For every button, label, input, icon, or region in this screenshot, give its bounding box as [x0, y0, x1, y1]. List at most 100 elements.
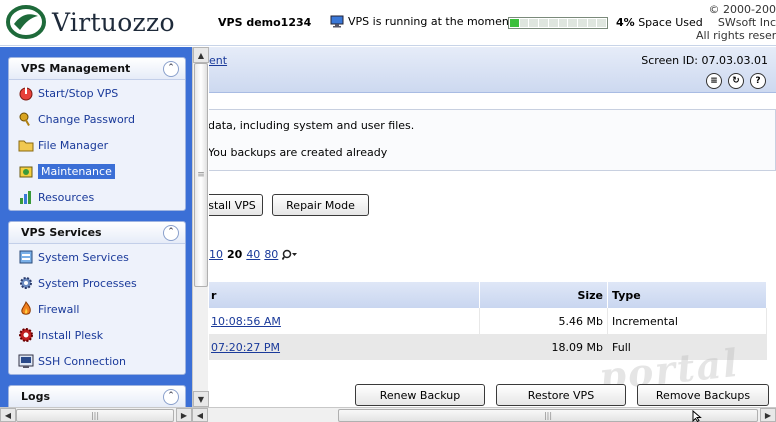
status-text: VPS is running at the moment	[348, 15, 514, 28]
repair-mode-button[interactable]: Repair Mode	[272, 194, 369, 216]
table-header: r Size Type	[209, 282, 767, 308]
page-size-10[interactable]: 10	[209, 248, 223, 261]
sidebar-item-install-plesk[interactable]: Install Plesk	[9, 322, 185, 348]
scrollbar-thumb[interactable]: |||	[16, 409, 174, 422]
restore-vps-button[interactable]: Restore VPS	[496, 384, 626, 406]
main-horizontal-scrollbar[interactable]: ◀ ||| ▶	[192, 407, 776, 422]
sidebar-item-resources[interactable]: Resources	[9, 184, 185, 210]
copyright-line: All rights reserve	[696, 29, 776, 42]
key-icon	[17, 110, 35, 128]
scroll-down-icon[interactable]: ▼	[193, 391, 209, 407]
virtuozzo-logo-icon	[6, 5, 46, 39]
usage-segment	[529, 18, 539, 27]
sidebar-item-system-processes[interactable]: System Processes	[9, 270, 185, 296]
sidebar-item-file-manager[interactable]: File Manager	[9, 132, 185, 158]
scroll-right-icon[interactable]: ▶	[760, 408, 776, 422]
sidebar-item-label: File Manager	[38, 138, 109, 152]
firewall-icon	[17, 300, 35, 318]
info-text: data, including system and user files.	[209, 119, 415, 132]
sidebar-item-system-services[interactable]: System Services	[9, 244, 185, 270]
list-icon[interactable]: ≡	[706, 73, 722, 89]
renew-backup-button[interactable]: Renew Backup	[355, 384, 485, 406]
sidebar-item-maintenance[interactable]: Maintenance	[9, 158, 185, 184]
maintenance-icon	[17, 162, 35, 180]
scrollbar-thumb[interactable]: ≡	[194, 63, 208, 287]
plesk-icon	[17, 326, 35, 344]
collapse-icon[interactable]: ⌃	[163, 224, 179, 241]
sidebar-vertical-scrollbar[interactable]: ▲ ≡ ▼	[192, 47, 209, 407]
terminal-icon	[17, 352, 35, 370]
sidebar-item-firewall[interactable]: Firewall	[9, 296, 185, 322]
sidebar-item-label: Resources	[38, 190, 95, 204]
usage-segment	[568, 18, 577, 27]
panel-title: VPS Management	[21, 62, 131, 75]
panel-title: Logs	[21, 390, 50, 403]
top-icons: ≡ ↻ ?	[706, 73, 766, 89]
main-content: ent Screen ID: 07.03.03.01 ≡ ↻ ? data, i…	[209, 47, 776, 407]
sidebar-horizontal-scrollbar[interactable]: ◀ ||| ▶	[0, 407, 192, 422]
page-size-40[interactable]: 40	[246, 248, 260, 261]
backup-date-link[interactable]: 10:08:56 AM	[211, 315, 281, 328]
scroll-right-icon[interactable]: ▶	[176, 408, 192, 422]
folder-icon	[17, 136, 35, 154]
sidebar: VPS Management ⌃ Start/Stop VPS Change P…	[0, 47, 192, 407]
usage-segment	[548, 18, 558, 27]
mouse-cursor-icon	[692, 410, 702, 422]
header: Virtuozzo VPS demo1234 VPS is running at…	[0, 0, 776, 46]
vps-status: VPS is running at the moment	[330, 15, 513, 28]
breadcrumb-link[interactable]: ent	[209, 54, 227, 67]
monitor-icon	[330, 15, 344, 28]
sidebar-item-label: SSH Connection	[38, 354, 126, 368]
gear-icon	[17, 274, 35, 292]
panel-header: VPS Management ⌃	[9, 58, 185, 80]
panel-vps-management: VPS Management ⌃ Start/Stop VPS Change P…	[8, 57, 186, 211]
sidebar-item-label: Install Plesk	[38, 328, 104, 342]
sidebar-item-label: Change Password	[38, 112, 135, 126]
install-vps-button[interactable]: stall VPS	[209, 194, 263, 216]
usage-segment	[558, 18, 568, 27]
scroll-left-icon[interactable]: ◀	[192, 408, 208, 422]
copyright: © 2000-200 SWsoft Inc All rights reserve	[696, 3, 776, 42]
sidebar-item-label: System Processes	[38, 276, 137, 290]
usage-segment	[519, 18, 529, 27]
sidebar-item-ssh-connection[interactable]: SSH Connection	[9, 348, 185, 374]
column-header-date[interactable]: r	[209, 282, 480, 308]
sidebar-item-label: Maintenance	[38, 163, 115, 179]
panel-header: VPS Services ⌃	[9, 222, 185, 244]
panel-vps-services: VPS Services ⌃ System Services System Pr…	[8, 221, 186, 375]
table-row[interactable]: 10:08:56 AM 5.46 Mb Incremental	[209, 308, 767, 334]
virtuozzo-logo[interactable]: Virtuozzo	[6, 4, 175, 40]
scroll-up-icon[interactable]: ▲	[193, 47, 209, 63]
search-icon[interactable]	[282, 249, 298, 261]
page-size-20: 20	[227, 248, 243, 261]
page-size-80[interactable]: 80	[264, 248, 278, 261]
sidebar-item-label: Start/Stop VPS	[38, 86, 119, 100]
help-icon[interactable]: ?	[750, 73, 766, 89]
refresh-icon[interactable]: ↻	[728, 73, 744, 89]
sidebar-item-label: Firewall	[38, 302, 80, 316]
pagination: 10 20 40 80	[209, 248, 298, 261]
virtuozzo-page: Virtuozzo VPS demo1234 VPS is running at…	[0, 0, 776, 422]
backup-date-link[interactable]: 07:20:27 PM	[211, 341, 280, 354]
panel-header: Logs ⌃	[9, 386, 185, 407]
info-text: You backups are created already	[209, 146, 388, 159]
usage-segment	[510, 18, 519, 27]
usage-segment	[539, 18, 548, 27]
screen-id: Screen ID: 07.03.03.01	[641, 54, 768, 67]
remove-backups-button[interactable]: Remove Backups	[637, 384, 769, 406]
sidebar-item-change-password[interactable]: Change Password	[9, 106, 185, 132]
sidebar-item-label: System Services	[38, 250, 129, 264]
column-header-size[interactable]: Size	[480, 282, 608, 308]
space-percent: 4%	[616, 16, 635, 29]
sidebar-item-start-stop-vps[interactable]: Start/Stop VPS	[9, 80, 185, 106]
chart-icon	[17, 188, 35, 206]
panel-logs: Logs ⌃	[8, 385, 186, 407]
vps-name: VPS demo1234	[218, 16, 312, 29]
column-header-type[interactable]: Type	[608, 282, 767, 308]
backup-type: Incremental	[608, 308, 767, 334]
collapse-icon[interactable]: ⌃	[163, 60, 179, 77]
scroll-left-icon[interactable]: ◀	[0, 408, 16, 422]
collapse-icon[interactable]: ⌃	[163, 388, 179, 405]
info-box: data, including system and user files. Y…	[209, 109, 776, 171]
space-usage-bar	[508, 16, 608, 29]
